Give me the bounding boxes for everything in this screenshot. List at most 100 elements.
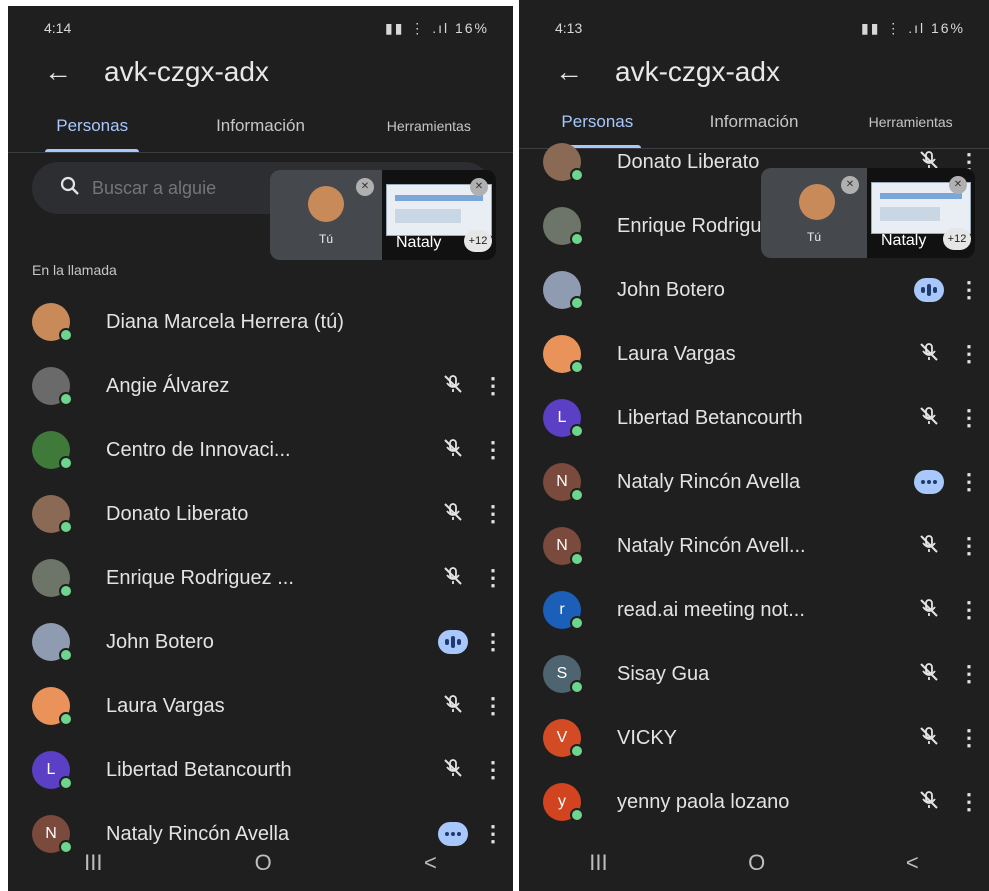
home-button[interactable]: O xyxy=(255,850,272,876)
mic-off-icon xyxy=(433,437,473,464)
online-status-dot xyxy=(570,616,584,630)
participant-row[interactable]: N Nataly Rincón Avella ⋮ xyxy=(519,450,989,514)
participant-row[interactable]: V VICKY ⋮ xyxy=(519,706,989,770)
participant-row[interactable]: Angie Álvarez ⋮ xyxy=(8,354,513,418)
more-options-icon[interactable]: ⋮ xyxy=(473,757,513,783)
participant-row[interactable]: Laura Vargas ⋮ xyxy=(519,322,989,386)
participant-name: Laura Vargas xyxy=(617,342,736,365)
mic-off-icon xyxy=(909,725,949,752)
self-avatar xyxy=(799,184,835,220)
more-options-icon[interactable]: ⋮ xyxy=(473,501,513,527)
more-options-icon[interactable]: ⋮ xyxy=(473,693,513,719)
participant-name: Centro de Innovaci... xyxy=(106,438,291,461)
more-options-icon[interactable]: ⋮ xyxy=(473,629,513,655)
participant-row[interactable]: Laura Vargas ⋮ xyxy=(8,674,513,738)
participant-row[interactable]: John Botero ⋮ xyxy=(8,610,513,674)
tab-personas[interactable]: Personas xyxy=(8,104,176,152)
online-status-dot xyxy=(59,456,73,470)
more-options-icon[interactable]: ⋮ xyxy=(949,597,989,623)
more-options-icon[interactable]: ⋮ xyxy=(949,789,989,815)
participant-row[interactable]: L Libertad Betancourth ⋮ xyxy=(8,738,513,802)
meeting-title: avk-czgx-adx xyxy=(104,56,269,87)
participant-row[interactable]: y yenny paola lozano ⋮ xyxy=(519,770,989,834)
participant-row[interactable]: N Nataly Rincón Avell... ⋮ xyxy=(519,514,989,578)
tab-bar: Personas Información Herramientas xyxy=(8,104,513,153)
participant-name: John Botero xyxy=(106,630,214,653)
status-icons: ▮▮ ⋮ .ıl 16% xyxy=(861,20,965,37)
participant-row[interactable]: S Sisay Gua ⋮ xyxy=(519,642,989,706)
pip-self-label: Tú xyxy=(318,232,333,246)
participant-avatar xyxy=(32,367,73,406)
pip-preview[interactable]: Tú ✕ Nataly +12 ✕ xyxy=(761,168,975,258)
participant-row[interactable]: Enrique Rodriguez ... ⋮ xyxy=(8,546,513,610)
mic-off-icon xyxy=(433,373,473,400)
status-bar: 4:13 ▮▮ ⋮ .ıl 16% xyxy=(555,18,965,38)
avatar-initial: L xyxy=(46,761,56,778)
avatar-initial: r xyxy=(559,601,565,618)
participant-name: yenny paola lozano xyxy=(617,790,790,813)
participant-name: Diana Marcela Herrera (tú) xyxy=(106,310,344,333)
online-status-dot xyxy=(570,296,584,310)
mic-off-icon xyxy=(433,501,473,528)
participant-row[interactable]: r read.ai meeting not... ⋮ xyxy=(519,578,989,642)
participant-avatar xyxy=(32,431,73,470)
participant-row[interactable]: Centro de Innovaci... ⋮ xyxy=(8,418,513,482)
participant-name: read.ai meeting not... xyxy=(617,598,805,621)
online-status-dot xyxy=(59,584,73,598)
pip-self-label: Tú xyxy=(806,230,821,244)
mic-off-icon xyxy=(909,405,949,432)
participant-name: VICKY xyxy=(617,726,678,749)
tab-herramientas[interactable]: Herramientas xyxy=(345,104,513,152)
more-options-icon[interactable]: ⋮ xyxy=(473,437,513,463)
more-options-icon[interactable]: ⋮ xyxy=(473,565,513,591)
phone-screen-right: 4:13 ▮▮ ⋮ .ıl 16% ← avk-czgx-adx Persona… xyxy=(519,0,989,891)
section-in-call: En la llamada xyxy=(32,262,117,278)
phone-screen-left: 4:14 ▮▮ ⋮ .ıl 16% ← avk-czgx-adx Persona… xyxy=(8,0,513,891)
participant-name: Libertad Betancourth xyxy=(617,406,803,429)
participant-avatar: r xyxy=(543,591,584,630)
status-time: 4:14 xyxy=(44,20,72,36)
avatar-initial: y xyxy=(558,793,566,810)
more-options-icon[interactable]: ⋮ xyxy=(949,725,989,751)
tab-informacion[interactable]: Información xyxy=(176,104,344,152)
pip-preview[interactable]: Tú ✕ Nataly +12 ✕ xyxy=(270,170,496,260)
participant-row[interactable]: Donato Liberato ⋮ xyxy=(8,482,513,546)
recents-button[interactable]: III xyxy=(589,850,607,876)
participant-name: Laura Vargas xyxy=(106,694,225,717)
back-button[interactable]: < xyxy=(424,850,437,876)
status-time: 4:13 xyxy=(555,20,583,36)
recents-button[interactable]: III xyxy=(84,850,102,876)
more-options-icon[interactable]: ⋮ xyxy=(473,373,513,399)
participant-name: Sisay Gua xyxy=(617,662,710,685)
back-arrow-icon[interactable]: ← xyxy=(44,56,104,88)
more-options-icon[interactable]: ⋮ xyxy=(949,341,989,367)
speaking-dots-icon xyxy=(909,470,949,494)
online-status-dot xyxy=(570,744,584,758)
participant-name: Libertad Betancourth xyxy=(106,758,292,781)
online-status-dot xyxy=(59,392,73,406)
participant-avatar: L xyxy=(543,399,584,438)
system-nav-bar: III O < xyxy=(8,835,513,891)
more-options-icon[interactable]: ⋮ xyxy=(949,533,989,559)
more-options-icon[interactable]: ⋮ xyxy=(949,661,989,687)
participant-avatar xyxy=(32,559,73,598)
back-button[interactable]: < xyxy=(906,850,919,876)
participant-avatar xyxy=(32,495,73,534)
mic-off-icon xyxy=(909,341,949,368)
pip-share-name: Nataly xyxy=(396,234,442,251)
back-arrow-icon[interactable]: ← xyxy=(555,56,615,88)
more-options-icon[interactable]: ⋮ xyxy=(949,277,989,303)
participant-avatar: V xyxy=(543,719,584,758)
online-status-dot xyxy=(59,328,73,342)
home-button[interactable]: O xyxy=(748,850,765,876)
participant-name: Angie Álvarez xyxy=(106,374,230,397)
participant-avatar xyxy=(543,335,584,374)
more-options-icon[interactable]: ⋮ xyxy=(949,469,989,495)
more-options-icon[interactable]: ⋮ xyxy=(949,405,989,431)
participant-row[interactable]: John Botero ⋮ xyxy=(519,258,989,322)
speaking-indicator-icon xyxy=(909,278,949,302)
signal-icon: ▮▮ ⋮ .ıl xyxy=(861,19,926,36)
participant-row[interactable]: L Libertad Betancourth ⋮ xyxy=(519,386,989,450)
participant-row[interactable]: Diana Marcela Herrera (tú) xyxy=(8,290,513,354)
mic-off-icon: ✕ xyxy=(470,178,488,196)
